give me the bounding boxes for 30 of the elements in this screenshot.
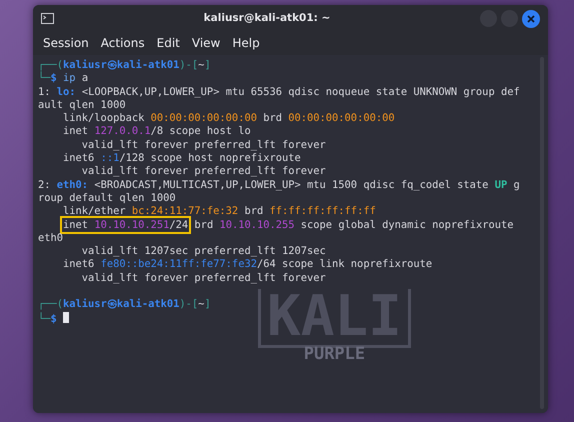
terminal-line: 1: lo: <LOOPBACK,UP,LOWER_UP> mtu 65536 qdisc noqueue state UNKNOWN group def xyxy=(38,86,521,99)
terminal-icon xyxy=(41,13,54,24)
terminal-line: roup default qlen 1000 xyxy=(38,192,177,206)
terminal-line: link/loopback 00:00:00:00:00:00 brd 00:00:00:00:00:00 xyxy=(62,112,396,126)
menu-item[interactable]: Session xyxy=(37,32,95,55)
terminal-line: valid_lft forever preferred_lft forever xyxy=(80,272,327,286)
menu-item[interactable]: Edit xyxy=(150,32,186,55)
close-icon xyxy=(527,14,535,22)
menu-item[interactable]: Help xyxy=(226,32,266,55)
terminal-line: link/ether bc:24:11:77:fe:32 brd ff:ff:ff:ff:ff:ff xyxy=(62,205,377,219)
window-title: kaliusr@kali-atk01: ~ xyxy=(204,12,330,24)
terminal-text: brd 10.10.10.255 scope global dynamic noprefixroute xyxy=(193,218,514,231)
terminal-line: ┌──(kaliusr㉿kali-atk01)-[~] xyxy=(38,59,212,71)
terminal-line: inet 127.0.0.1/8 scope host lo xyxy=(62,125,252,139)
terminal-line: valid_lft 1207sec preferred_lft 1207sec xyxy=(80,245,327,258)
highlight-box: inet 10.10.10.251/24 xyxy=(63,218,188,231)
terminal-line: inet6 ::1/128 scope host noprefixroute xyxy=(62,152,302,166)
terminal-text: └─$ xyxy=(38,312,57,325)
terminal-line: inet6 fe80::be24:11ff:fe77:fe32/64 scope link noprefixroute xyxy=(62,258,434,272)
terminal-line: valid_lft forever preferred_lft forever xyxy=(80,138,327,152)
terminal-line: eth0 xyxy=(38,232,64,246)
terminal-line: └─$ ip a xyxy=(38,72,90,86)
terminal-line: ault qlen 1000 xyxy=(38,98,127,112)
terminal-line: valid_lft forever preferred_lft forever xyxy=(80,165,327,179)
menu-item[interactable]: Actions xyxy=(94,32,151,55)
terminal-line: ┌──(kaliusr㉿kali-atk01)-[~] xyxy=(38,298,212,312)
logo-subtitle: PURPLE xyxy=(302,348,366,362)
close-button[interactable] xyxy=(522,10,540,28)
menu-item[interactable]: View xyxy=(186,32,226,55)
terminal-line: 2: eth0: <BROADCAST,MULTICAST,UP,LOWER_UP> mtu 1500 qdisc fq_codel state UP g xyxy=(38,178,521,192)
